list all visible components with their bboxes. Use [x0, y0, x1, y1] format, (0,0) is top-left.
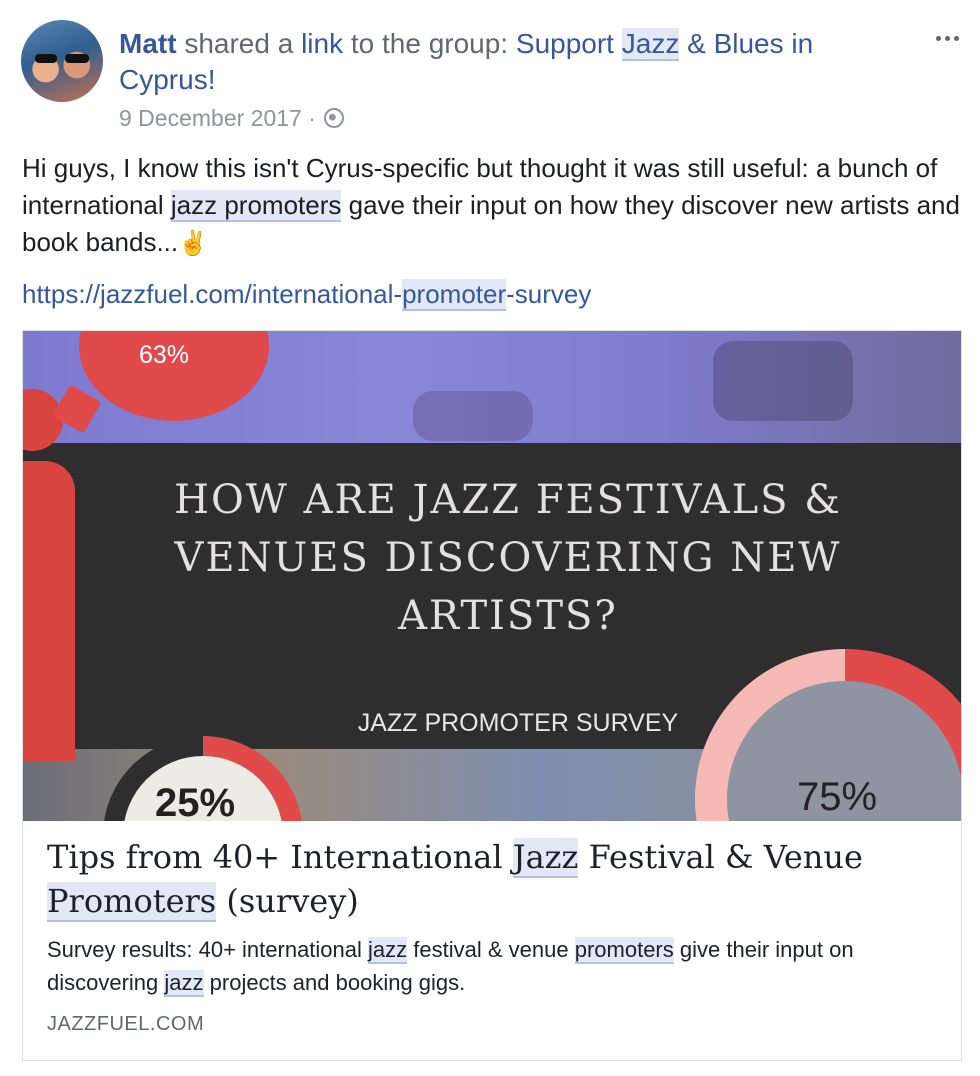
bubble-percent: 63% — [139, 341, 190, 369]
desc-highlight-jazz: jazz — [368, 937, 408, 964]
desc-part1: Survey results: 40+ international — [47, 937, 362, 962]
title-post: (survey) — [226, 882, 359, 920]
hero-title: HOW ARE JAZZ FESTIVALS & VENUES DISCOVER… — [174, 477, 842, 639]
sunglasses-left — [35, 54, 57, 63]
link-preview-image[interactable]: 63% HOW ARE JAZZ FESTIVALS & VENUES DISC… — [23, 331, 961, 821]
donut-right-percent: 75% — [797, 775, 878, 819]
action-text: shared a — [184, 28, 294, 59]
title-highlight-jazz: Jazz — [512, 838, 579, 878]
link-preview-title[interactable]: Tips from 40+ International Jazz Festiva… — [47, 835, 927, 923]
title-highlight-promoters: Promoters — [47, 882, 217, 922]
to-group-text: to the group: — [350, 28, 509, 59]
post-meta: 9 December 2017 · — [119, 104, 344, 132]
link-preview-domain: JAZZFUEL.COM — [47, 1013, 205, 1035]
link-preview-card[interactable]: 63% HOW ARE JAZZ FESTIVALS & VENUES DISC… — [22, 330, 962, 1061]
avatar[interactable] — [21, 20, 103, 102]
sunglasses-right — [65, 54, 89, 63]
meta-dot: · — [308, 105, 316, 131]
group-name-pre: Support — [515, 28, 614, 59]
link-preview-description: Survey results: 40+ international jazz f… — [47, 933, 927, 999]
url-post: -survey — [506, 279, 592, 309]
author-name[interactable]: Matt — [119, 28, 177, 59]
link-preview-info[interactable]: Tips from 40+ International Jazz Festiva… — [23, 821, 961, 1060]
desc-highlight-jazz-2: jazz — [164, 970, 204, 997]
desc-highlight-promoters: promoters — [574, 937, 674, 964]
title-pre: Tips from 40+ International — [47, 838, 503, 876]
post-date[interactable]: 9 December 2017 — [119, 104, 302, 132]
group-name-highlight: Jazz — [621, 28, 680, 61]
donut-left-percent: 25% — [155, 781, 236, 821]
post-text: Hi guys, I know this isn't Cyrus-specifi… — [22, 150, 962, 262]
url-highlight: promoter — [402, 279, 507, 311]
link-word[interactable]: link — [301, 28, 343, 59]
desc-part4: projects and booking gigs. — [209, 970, 466, 995]
title-mid: Festival & Venue — [588, 838, 863, 876]
url-pre: https://jazzfuel.com/international- — [22, 279, 403, 309]
desc-part2: festival & venue — [413, 937, 569, 962]
post-text-highlight: jazz promoters — [170, 190, 342, 222]
more-options-icon[interactable] — [936, 28, 966, 48]
post-header: Matt shared a link to the group: Support… — [119, 26, 879, 98]
post-url-link[interactable]: https://jazzfuel.com/international-promo… — [22, 276, 591, 312]
peace-emoji: ✌ — [178, 230, 209, 257]
globe-icon[interactable] — [323, 108, 344, 128]
